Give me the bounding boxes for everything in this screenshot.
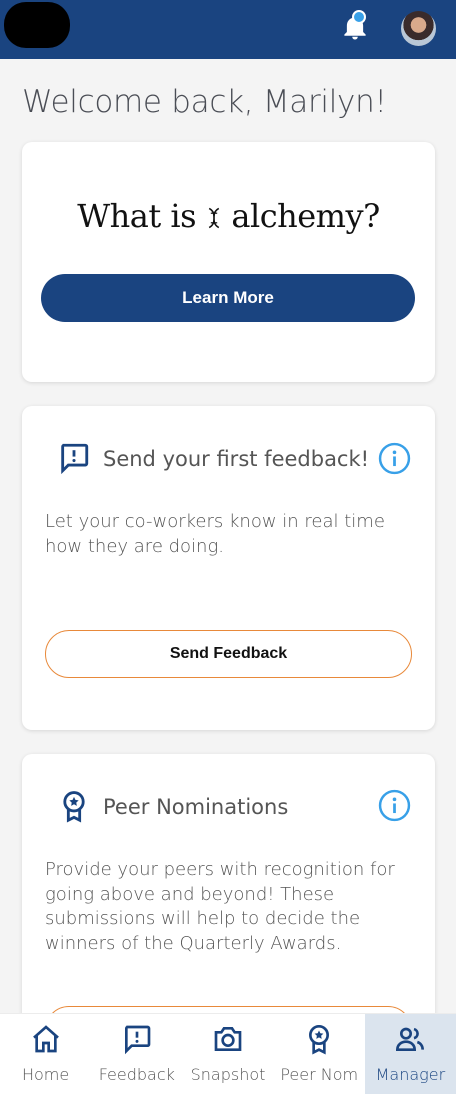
tab-home[interactable]: Home xyxy=(0,1014,91,1094)
feedback-icon xyxy=(124,1025,151,1055)
people-icon xyxy=(396,1027,425,1051)
info-icon[interactable] xyxy=(378,442,411,475)
tab-peer-nom-label: Peer Nom xyxy=(280,1065,359,1084)
nominations-card-title: Peer Nominations xyxy=(103,795,289,819)
camera-icon xyxy=(214,1027,242,1051)
user-avatar[interactable] xyxy=(401,11,436,46)
tab-snapshot-label: Snapshot xyxy=(190,1065,266,1084)
tab-home-label: Home xyxy=(21,1065,70,1084)
info-icon[interactable] xyxy=(378,789,411,822)
redacted-logo xyxy=(4,2,70,48)
send-feedback-button[interactable]: Send Feedback xyxy=(45,630,412,678)
tab-feedback[interactable]: Feedback xyxy=(91,1014,182,1094)
welcome-heading: Welcome back, Marilyn! xyxy=(22,84,387,120)
dna-logo-icon xyxy=(208,207,219,229)
tab-manager-label: Manager xyxy=(375,1065,446,1084)
award-icon xyxy=(309,1025,330,1055)
learn-more-button[interactable]: Learn More xyxy=(41,274,415,322)
message-alert-icon xyxy=(61,443,89,475)
tab-feedback-label: Feedback xyxy=(98,1065,175,1084)
tab-snapshot[interactable]: Snapshot xyxy=(182,1014,273,1094)
home-icon xyxy=(32,1025,59,1053)
peer-nominations-card: Peer Nominations Provide your peers with… xyxy=(22,754,435,1054)
alchemy-card: What is alchemy? Learn More xyxy=(22,142,435,382)
notification-dot xyxy=(352,10,366,24)
send-feedback-card: Send your first feedback! Let your co-wo… xyxy=(22,406,435,730)
award-badge-icon xyxy=(63,791,85,823)
alchemy-title: What is alchemy? xyxy=(77,197,380,235)
tab-peer-nom[interactable]: Peer Nom xyxy=(274,1014,365,1094)
bottom-tab-bar: Home Feedback Snapshot Peer Nom Manager xyxy=(0,1013,456,1094)
feedback-card-title: Send your first feedback! xyxy=(103,447,370,471)
tab-manager[interactable]: Manager xyxy=(364,1014,456,1094)
nominations-card-description: Provide your peers with recognition for … xyxy=(45,859,395,954)
top-app-bar xyxy=(0,0,456,59)
feedback-card-description: Let your co-workers know in real time ho… xyxy=(45,511,385,557)
